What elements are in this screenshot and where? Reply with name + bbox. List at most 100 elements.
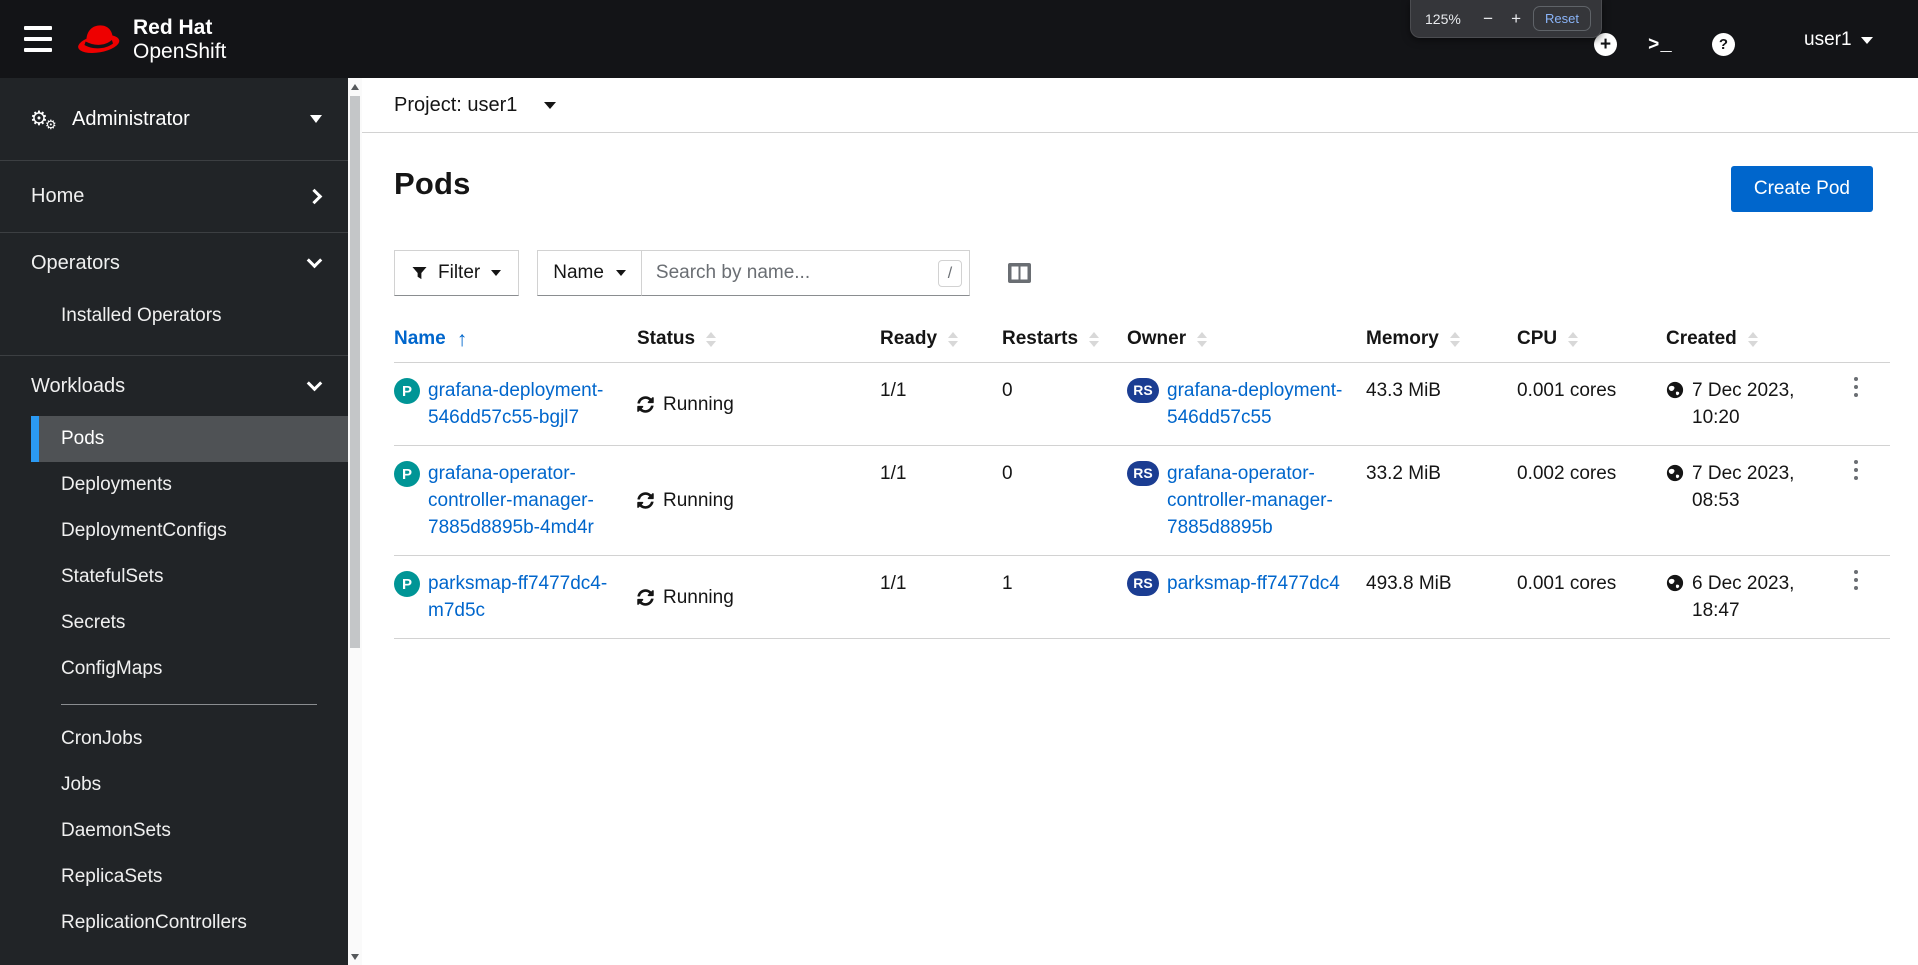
create-pod-button[interactable]: Create Pod	[1730, 166, 1873, 212]
sidebar-item-daemonsets[interactable]: DaemonSets	[0, 808, 348, 854]
column-header-memory[interactable]: Memory	[1366, 318, 1517, 362]
zoom-reset-button[interactable]: Reset	[1533, 6, 1591, 31]
brand-name: Red Hat	[133, 16, 213, 39]
replicaset-badge: RS	[1127, 378, 1159, 403]
restarts-cell: 1	[1002, 573, 1013, 594]
column-header-restarts[interactable]: Restarts	[1002, 318, 1127, 362]
perspective-switcher[interactable]: ⚙ ⚙ Administrator	[0, 78, 348, 161]
zoom-out-button[interactable]: −	[1477, 9, 1499, 29]
column-header-cpu[interactable]: CPU	[1517, 318, 1666, 362]
sidebar-item-secrets[interactable]: Secrets	[0, 600, 348, 646]
sidebar-item-deploymentconfigs[interactable]: DeploymentConfigs	[0, 508, 348, 554]
sort-icon	[1747, 331, 1758, 347]
sidebar-item-deployments[interactable]: Deployments	[0, 462, 348, 508]
table-row: P grafana-deployment-546dd57c55-bgjl7 Ru…	[394, 363, 1890, 446]
sort-icon	[1089, 331, 1100, 347]
kebab-menu[interactable]	[1844, 452, 1868, 488]
column-header-ready[interactable]: Ready	[880, 318, 1002, 362]
cpu-cell: 0.002 cores	[1517, 463, 1617, 484]
caret-down-icon	[491, 270, 502, 276]
sort-icon	[706, 331, 717, 347]
caret-down-icon	[310, 115, 322, 123]
sidebar-item-home[interactable]: Home	[0, 161, 348, 233]
caret-down-icon	[544, 101, 557, 109]
nav-label: ReplicaSets	[61, 866, 163, 887]
replicaset-badge: RS	[1127, 571, 1159, 596]
search-input[interactable]	[640, 250, 970, 296]
table-header-row: Name ↑ Status Ready Restarts Owner Memor…	[394, 318, 1890, 363]
pod-link[interactable]: grafana-operator-controller-manager-7885…	[428, 460, 627, 541]
chevron-right-icon	[306, 188, 323, 205]
nav-label: Jobs	[61, 774, 102, 795]
column-header-created[interactable]: Created	[1666, 318, 1830, 362]
user-menu[interactable]: user1	[1804, 29, 1873, 51]
scroll-down-arrow-icon[interactable]	[351, 954, 359, 960]
web-terminal-button[interactable]: >_	[1648, 34, 1673, 56]
pod-link[interactable]: parksmap-ff7477dc4-m7d5c	[428, 570, 627, 624]
sidebar-item-jobs[interactable]: Jobs	[0, 762, 348, 808]
page-title: Pods	[394, 166, 471, 201]
nav-label: Home	[31, 185, 85, 207]
scrollbar-thumb[interactable]	[350, 96, 360, 648]
column-header-status[interactable]: Status	[637, 318, 880, 362]
perspective-label: Administrator	[72, 107, 190, 130]
sidebar-item-operators[interactable]: Operators	[0, 233, 348, 293]
caret-down-icon	[615, 270, 626, 276]
nav-label: Deployments	[61, 474, 172, 495]
terminal-icon: >_	[1648, 34, 1673, 56]
column-management-button[interactable]	[1007, 263, 1031, 286]
column-header-owner[interactable]: Owner	[1127, 318, 1366, 362]
browser-zoom-popup: 125% − + Reset	[1410, 0, 1602, 38]
masthead: Red Hat OpenShift + >_ ? user1	[0, 0, 1918, 78]
sidebar-item-pods[interactable]: Pods	[31, 416, 348, 462]
kebab-menu[interactable]	[1844, 369, 1868, 405]
project-selector[interactable]: Project: user1	[394, 93, 557, 117]
globe-icon	[1666, 381, 1684, 399]
help-button[interactable]: ?	[1712, 33, 1735, 56]
scroll-up-arrow-icon[interactable]	[351, 84, 359, 90]
owner-link[interactable]: grafana-operator-controller-manager-7885…	[1167, 460, 1356, 541]
pod-link[interactable]: grafana-deployment-546dd57c55-bgjl7	[428, 377, 627, 431]
filter-dropdown[interactable]: Filter	[394, 250, 520, 296]
sidebar-item-replicationcontrollers[interactable]: ReplicationControllers	[0, 900, 348, 946]
nav-label: StatefulSets	[61, 566, 164, 587]
owner-link[interactable]: grafana-deployment-546dd57c55	[1167, 377, 1356, 431]
menu-toggle[interactable]	[24, 26, 56, 52]
created-timestamp: 7 Dec 2023, 10:20	[1692, 380, 1795, 428]
pod-badge: P	[394, 378, 420, 404]
main-content: Project: user1 Pods Create Pod Filter Na…	[362, 78, 1918, 965]
zoom-in-button[interactable]: +	[1505, 9, 1527, 29]
zoom-level: 125%	[1425, 10, 1461, 27]
cpu-cell: 0.001 cores	[1517, 573, 1617, 594]
column-header-actions	[1830, 318, 1890, 362]
nav-label: DaemonSets	[61, 820, 171, 841]
replicaset-badge: RS	[1127, 461, 1159, 486]
created-timestamp: 6 Dec 2023, 18:47	[1692, 573, 1795, 621]
sidebar-item-installed-operators[interactable]: Installed Operators	[0, 293, 348, 339]
column-header-name[interactable]: Name ↑	[394, 318, 637, 362]
table-row: P parksmap-ff7477dc4-m7d5c Running 1/1 1…	[394, 556, 1890, 639]
sidebar-item-configmaps[interactable]: ConfigMaps	[0, 646, 348, 692]
pods-table: Name ↑ Status Ready Restarts Owner Memor…	[394, 318, 1890, 639]
table-row: P grafana-operator-controller-manager-78…	[394, 446, 1890, 556]
status-text: Running	[663, 586, 734, 608]
owner-link[interactable]: parksmap-ff7477dc4	[1167, 570, 1340, 597]
memory-cell: 43.3 MiB	[1366, 380, 1441, 401]
nav-label: Workloads	[31, 374, 126, 397]
created-timestamp: 7 Dec 2023, 08:53	[1692, 463, 1795, 511]
sidebar-item-cronjobs[interactable]: CronJobs	[0, 716, 348, 762]
sidebar-item-statefulsets[interactable]: StatefulSets	[0, 554, 348, 600]
sidebar-item-replicasets[interactable]: ReplicaSets	[0, 854, 348, 900]
nav-label: ConfigMaps	[61, 658, 163, 679]
kebab-menu[interactable]	[1844, 562, 1868, 598]
quick-create-button[interactable]: +	[1594, 33, 1617, 56]
toolbar: Filter Name /	[394, 250, 1918, 296]
project-label: Project: user1	[394, 93, 518, 116]
sidebar-scrollbar[interactable]	[348, 78, 362, 965]
restarts-cell: 0	[1002, 380, 1013, 401]
sort-icon	[1449, 331, 1460, 347]
sidebar-item-workloads[interactable]: Workloads	[0, 356, 348, 416]
chevron-down-icon	[1860, 36, 1873, 44]
search-attribute-dropdown[interactable]: Name	[537, 250, 642, 296]
sync-icon	[637, 492, 654, 509]
